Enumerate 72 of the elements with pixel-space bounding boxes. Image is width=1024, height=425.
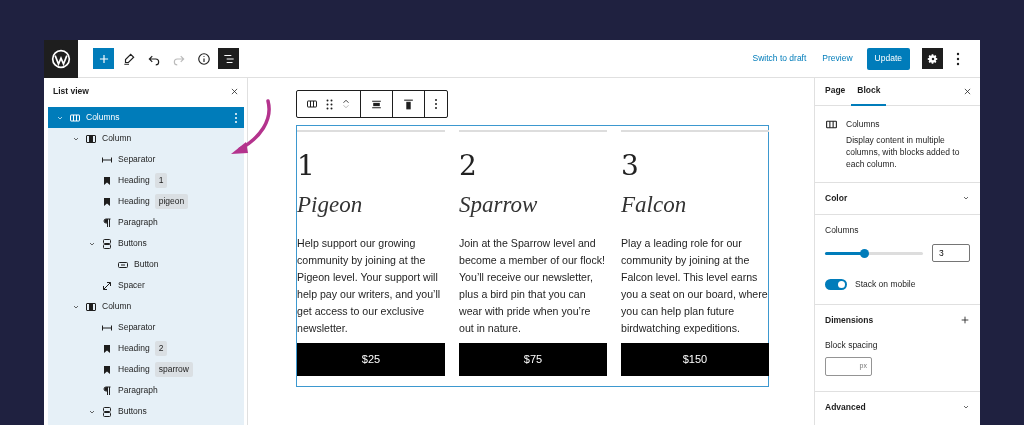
buttons-icon (101, 237, 113, 250)
bookmark-icon (101, 174, 113, 187)
tree-item[interactable]: Separator (48, 149, 244, 170)
column-heading: Sparrow (459, 191, 539, 219)
block-description: Display content in multiple columns, with blocks added to each column. (846, 133, 961, 170)
column-number: 3 (621, 150, 640, 182)
bookmark-icon (101, 342, 113, 355)
price-button[interactable]: $25 (297, 342, 445, 376)
number-field[interactable]: 3 (932, 244, 970, 263)
columns-icon (825, 118, 838, 131)
bookmark-icon (101, 363, 113, 376)
close-icon[interactable] (230, 86, 239, 96)
block-tag: 2 (154, 341, 168, 356)
tree-item[interactable]: Heading 2 (48, 338, 244, 359)
field-label: Columns (825, 223, 860, 237)
panel-title: List view (53, 84, 89, 98)
slider-track[interactable] (825, 251, 923, 255)
tree-item[interactable]: Heading sparrow (48, 359, 244, 380)
more-icon[interactable] (955, 51, 960, 66)
panel-heading: Color (825, 191, 848, 205)
columns-icon[interactable] (306, 98, 318, 110)
tree-item[interactable]: Spacer (48, 275, 244, 296)
tree-item[interactable]: Heading pigeon (48, 191, 244, 212)
bookmark-icon (101, 195, 113, 208)
price-button[interactable]: $75 (459, 342, 607, 376)
header-link[interactable]: Preview (816, 52, 859, 65)
align-top-icon[interactable] (402, 97, 415, 111)
pilcrow-icon (101, 384, 113, 397)
column-heading: Pigeon (297, 191, 364, 219)
update-button[interactable]: Update (866, 47, 910, 70)
tree-item[interactable]: Button (48, 254, 244, 275)
tree-item[interactable]: Columns (48, 107, 244, 128)
column-paragraph: Help support our growing community by joining at the Pigeon level. Your support will help pay our writers, and you’ll get access to our exclusive newsletter. (297, 235, 442, 331)
header-link[interactable]: Switch to draft (746, 52, 813, 65)
annotation-arrow (231, 99, 271, 154)
slider-thumb[interactable] (860, 248, 870, 258)
tree-item[interactable]: Paragraph (48, 380, 244, 401)
tree-item[interactable]: Paragraph (48, 212, 244, 233)
block-name: Columns (846, 118, 881, 131)
tree-item[interactable]: Buttons (48, 401, 244, 422)
sidebar-tab[interactable]: Page (819, 77, 852, 106)
price-button[interactable]: $150 (621, 342, 769, 376)
tree-item[interactable]: Column (48, 128, 244, 149)
column-icon (85, 132, 97, 145)
panel-heading: Advanced (825, 400, 866, 414)
more-icon[interactable] (434, 98, 438, 110)
block-tag: sparrow (154, 362, 193, 377)
buttons-icon (101, 405, 113, 418)
pilcrow-icon (101, 216, 113, 229)
toggle-label: Stack on mobile (855, 278, 916, 291)
tree-item[interactable]: Separator (48, 317, 244, 338)
toggle-switch[interactable] (825, 279, 847, 291)
block-tag: pigeon (154, 194, 189, 209)
plus-icon[interactable] (960, 315, 970, 326)
tree-item[interactable]: Heading 1 (48, 170, 244, 191)
column-number: 2 (459, 150, 478, 182)
column-heading: Falcon (621, 191, 688, 219)
close-icon[interactable] (963, 87, 972, 96)
panel-heading: Dimensions (825, 314, 874, 327)
field-label: Block spacing (825, 338, 879, 352)
sidebar-tab[interactable]: Block (851, 77, 887, 106)
resize-arrow-icon (101, 279, 113, 292)
columns-block[interactable] (296, 125, 769, 387)
column-icon (85, 300, 97, 313)
tree-item[interactable]: Column (48, 296, 244, 317)
columns-icon (69, 111, 81, 124)
column-number: 1 (297, 150, 316, 182)
block-tag: 1 (154, 173, 168, 188)
tree-item[interactable]: Buttons (48, 233, 244, 254)
logo[interactable] (44, 40, 78, 78)
column-paragraph: Join at the Sparrow level and become a member of our flock! You’ll receive our newsletter, plus a bird pin that you can wear with pride when you’re out in nature. (459, 235, 607, 331)
drag-handle-icon[interactable] (326, 98, 333, 110)
